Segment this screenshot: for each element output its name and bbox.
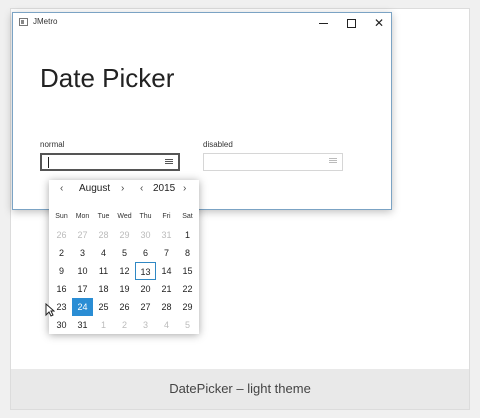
disabled-date-field: [203, 153, 343, 171]
day-cell[interactable]: 28: [93, 226, 114, 244]
weekday-header: Tue: [97, 213, 110, 220]
normal-date-field[interactable]: [40, 153, 180, 171]
day-cell[interactable]: 25: [93, 298, 114, 316]
preview-frame: JMetro ✕ Date Picker normal disabled ‹ A…: [10, 8, 470, 410]
caption: DatePicker – light theme: [169, 381, 311, 396]
year-label: 2015: [153, 183, 176, 194]
day-cell[interactable]: 29: [114, 226, 135, 244]
day-cell[interactable]: 15: [177, 262, 198, 280]
close-icon: ✕: [373, 16, 385, 30]
day-cell[interactable]: 30: [135, 226, 156, 244]
day-cell[interactable]: 5: [114, 244, 135, 262]
day-cell[interactable]: 26: [114, 298, 135, 316]
day-cell[interactable]: 7: [156, 244, 177, 262]
day-cell[interactable]: 27: [72, 226, 93, 244]
next-month-button[interactable]: ›: [121, 183, 124, 194]
preview-area: JMetro ✕ Date Picker normal disabled ‹ A…: [11, 9, 469, 369]
weekday-header: Fri: [162, 213, 171, 220]
day-cell[interactable]: 28: [156, 298, 177, 316]
day-cell[interactable]: 19: [114, 280, 135, 298]
weekday-header: Wed: [117, 213, 132, 220]
disabled-label: disabled: [203, 140, 233, 149]
prev-month-button[interactable]: ‹: [60, 183, 63, 194]
day-cell[interactable]: 21: [156, 280, 177, 298]
weekday-header: Mon: [75, 213, 90, 220]
weekday-header: Sat: [182, 213, 193, 220]
day-cell[interactable]: 10: [72, 262, 93, 280]
minimize-icon: [318, 23, 328, 25]
minimize-button[interactable]: [309, 14, 337, 32]
day-cell[interactable]: 12: [114, 262, 135, 280]
day-cell[interactable]: 16: [51, 280, 72, 298]
close-button[interactable]: ✕: [365, 14, 393, 32]
selected-day-cell[interactable]: 24: [72, 298, 93, 316]
normal-label: normal: [40, 140, 65, 149]
weekday-header: Thu: [139, 213, 152, 220]
day-cell[interactable]: 31: [72, 316, 93, 334]
day-cell[interactable]: 11: [93, 262, 114, 280]
day-cell[interactable]: 17: [72, 280, 93, 298]
page-title: Date Picker: [40, 63, 175, 93]
day-cell[interactable]: 26: [51, 226, 72, 244]
day-cell[interactable]: 3: [72, 244, 93, 262]
day-cell[interactable]: 14: [156, 262, 177, 280]
day-cell[interactable]: 4: [93, 244, 114, 262]
day-cell[interactable]: 1: [93, 316, 114, 334]
calendar-icon[interactable]: [165, 158, 173, 165]
month-label: August: [79, 183, 111, 194]
day-cell[interactable]: 27: [135, 298, 156, 316]
day-cell[interactable]: 4: [156, 316, 177, 334]
day-cell[interactable]: 30: [51, 316, 72, 334]
day-cell[interactable]: 18: [93, 280, 114, 298]
calendar-icon: [329, 157, 337, 164]
day-cell[interactable]: 2: [51, 244, 72, 262]
day-cell[interactable]: 8: [177, 244, 198, 262]
maximize-icon: [346, 19, 356, 29]
day-cell[interactable]: 1: [177, 226, 198, 244]
app-icon: [19, 18, 28, 26]
next-year-button[interactable]: ›: [183, 183, 186, 194]
day-cell[interactable]: 5: [177, 316, 198, 334]
day-cell[interactable]: 20: [135, 280, 156, 298]
day-cell[interactable]: 9: [51, 262, 72, 280]
title-bar[interactable]: JMetro ✕: [13, 13, 391, 33]
weekday-header: Sun: [55, 213, 68, 220]
day-cell[interactable]: 6: [135, 244, 156, 262]
text-caret: [48, 157, 49, 168]
maximize-button[interactable]: [337, 14, 365, 32]
day-cell[interactable]: 29: [177, 298, 198, 316]
calendar-popup: ‹ August › ‹ 2015 › Sun Mon Tue Wed Thu Fri Sa…: [49, 180, 199, 334]
day-cell[interactable]: 31: [156, 226, 177, 244]
window-title: JMetro: [33, 17, 58, 26]
day-cell[interactable]: 22: [177, 280, 198, 298]
day-cell[interactable]: 3: [135, 316, 156, 334]
today-day-cell[interactable]: 13: [135, 262, 156, 280]
mouse-cursor-icon: [45, 303, 55, 317]
prev-year-button[interactable]: ‹: [140, 183, 143, 194]
day-cell[interactable]: 2: [114, 316, 135, 334]
